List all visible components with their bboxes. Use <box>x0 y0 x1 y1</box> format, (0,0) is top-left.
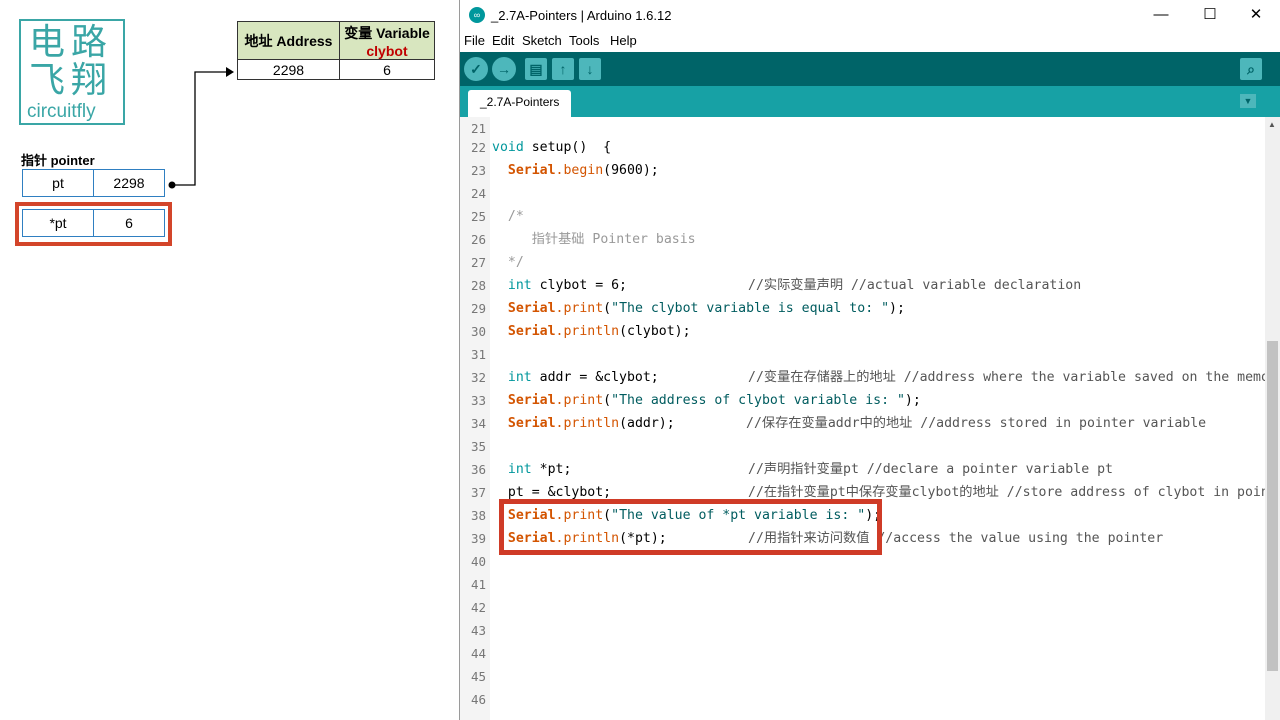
minimize-button[interactable]: — <box>1138 4 1184 26</box>
menu-edit[interactable]: Edit <box>492 33 514 48</box>
verify-button[interactable]: ✓ <box>464 57 488 81</box>
code-editor[interactable]: 21 22 void setup() { 23 Serial.begin(9600… <box>460 117 1265 720</box>
menu-file[interactable]: File <box>464 33 485 48</box>
new-button[interactable]: ▤ <box>525 58 547 80</box>
code-highlight-box <box>499 499 882 555</box>
title-bar: ∞ _2.7A-Pointers | Arduino 1.6.12 — ☐ ✕ <box>460 0 1280 30</box>
tab-sketch[interactable]: _2.7A-Pointers <box>468 90 572 117</box>
window-title: _2.7A-Pointers | Arduino 1.6.12 <box>491 8 672 23</box>
editor-scrollbar[interactable]: ▲ <box>1265 117 1280 720</box>
tab-menu-icon[interactable]: ▼ <box>1240 94 1256 108</box>
pointer-row-pt: pt 2298 <box>22 169 165 197</box>
serial-monitor-button[interactable]: ⌕ <box>1240 58 1262 80</box>
toolbar: ✓ → ▤ ↑ ↓ ⌕ <box>460 52 1280 86</box>
pointer-value: 2298 <box>93 170 164 196</box>
arduino-app-icon: ∞ <box>469 7 485 23</box>
deref-highlight-box <box>15 202 172 246</box>
menu-tools[interactable]: Tools <box>569 33 599 48</box>
scroll-up-icon[interactable]: ▲ <box>1268 120 1276 129</box>
pointer-name: pt <box>52 175 64 191</box>
pointer-title: 指针 pointer <box>21 153 95 168</box>
arduino-window: ∞ _2.7A-Pointers | Arduino 1.6.12 — ☐ ✕ … <box>459 0 1280 720</box>
menu-sketch[interactable]: Sketch <box>522 33 562 48</box>
close-button[interactable]: ✕ <box>1233 4 1279 26</box>
maximize-button[interactable]: ☐ <box>1187 4 1233 26</box>
tab-bar: _2.7A-Pointers ▼ <box>460 86 1280 117</box>
save-button[interactable]: ↓ <box>579 58 601 80</box>
menu-bar: File Edit Sketch Tools Help <box>460 30 1280 52</box>
open-button[interactable]: ↑ <box>552 58 574 80</box>
upload-button[interactable]: → <box>492 57 516 81</box>
menu-help[interactable]: Help <box>610 33 637 48</box>
scrollbar-thumb[interactable] <box>1267 341 1278 671</box>
